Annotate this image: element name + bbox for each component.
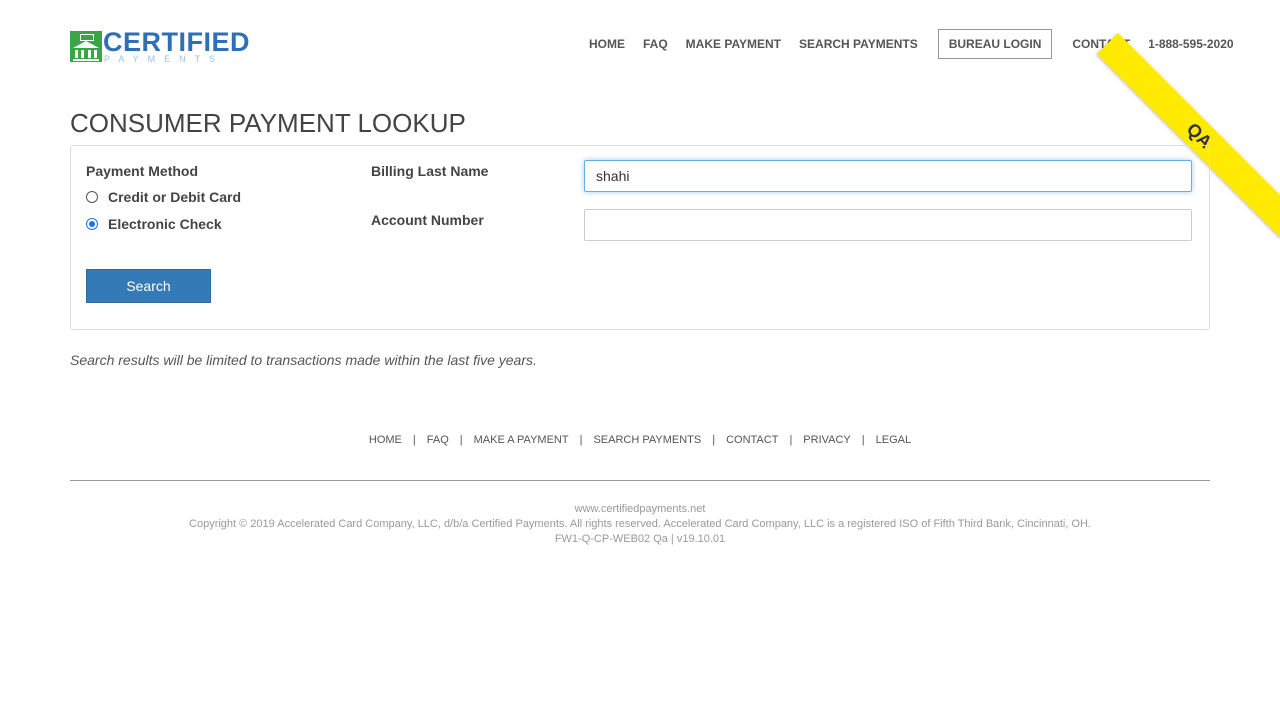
footer-home[interactable]: HOME [358,434,413,446]
bank-building-icon [70,31,102,62]
nav-search-payments[interactable]: SEARCH PAYMENTS [799,37,918,51]
payment-method-label: Payment Method [86,163,199,179]
footer-contact[interactable]: CONTACT [715,434,789,446]
radio-credit-card-label: Credit or Debit Card [108,189,242,205]
nav-make-payment[interactable]: MAKE PAYMENT [686,37,781,51]
footer-version: FW1-Q-CP-WEB02 Qa | v19.10.01 [554,533,726,545]
nav-faq[interactable]: FAQ [643,37,668,51]
page-title: CONSUMER PAYMENT LOOKUP [70,108,466,138]
footer-nav: HOME | FAQ | MAKE A PAYMENT | SEARCH PAYMENTS |… [0,434,1280,446]
top-nav: HOME FAQ MAKE PAYMENT SEARCH PAYMENTS BU… [580,29,1243,59]
lookup-form-panel: Payment Method Credit or Debit Card Elec… [70,145,1210,330]
nav-bureau-login[interactable]: BUREAU LOGIN [937,29,1053,59]
radio-electronic-check-label: Electronic Check [108,216,222,232]
radio-button-checked[interactable] [86,218,98,230]
account-number-label: Account Number [371,212,484,228]
logo-subtext: PAYMENTS [104,54,225,64]
logo[interactable]: CERTIFIED PAYMENTS [70,27,250,66]
footer-make-a-payment[interactable]: MAKE A PAYMENT [463,434,580,446]
footer-site: www.certifiedpayments.net [574,503,706,515]
nav-phone[interactable]: 1-888-595-2020 [1148,37,1233,51]
footer-faq[interactable]: FAQ [416,434,460,446]
search-button[interactable]: Search [86,269,211,303]
footer-copyright: Copyright © 2019 Accelerated Card Compan… [189,518,1091,530]
footer-divider [70,480,1210,481]
footer-legal[interactable]: LEGAL [865,434,922,446]
account-number-input[interactable] [584,209,1192,241]
search-note: Search results will be limited to transa… [70,352,537,368]
nav-home[interactable]: HOME [589,37,625,51]
radio-electronic-check[interactable]: Electronic Check [86,216,222,232]
radio-button[interactable] [86,191,98,203]
billing-last-name-label: Billing Last Name [371,163,489,179]
billing-last-name-input[interactable] [584,160,1192,192]
radio-credit-card[interactable]: Credit or Debit Card [86,189,241,205]
footer-privacy[interactable]: PRIVACY [792,434,861,446]
footer-search-payments[interactable]: SEARCH PAYMENTS [582,434,712,446]
